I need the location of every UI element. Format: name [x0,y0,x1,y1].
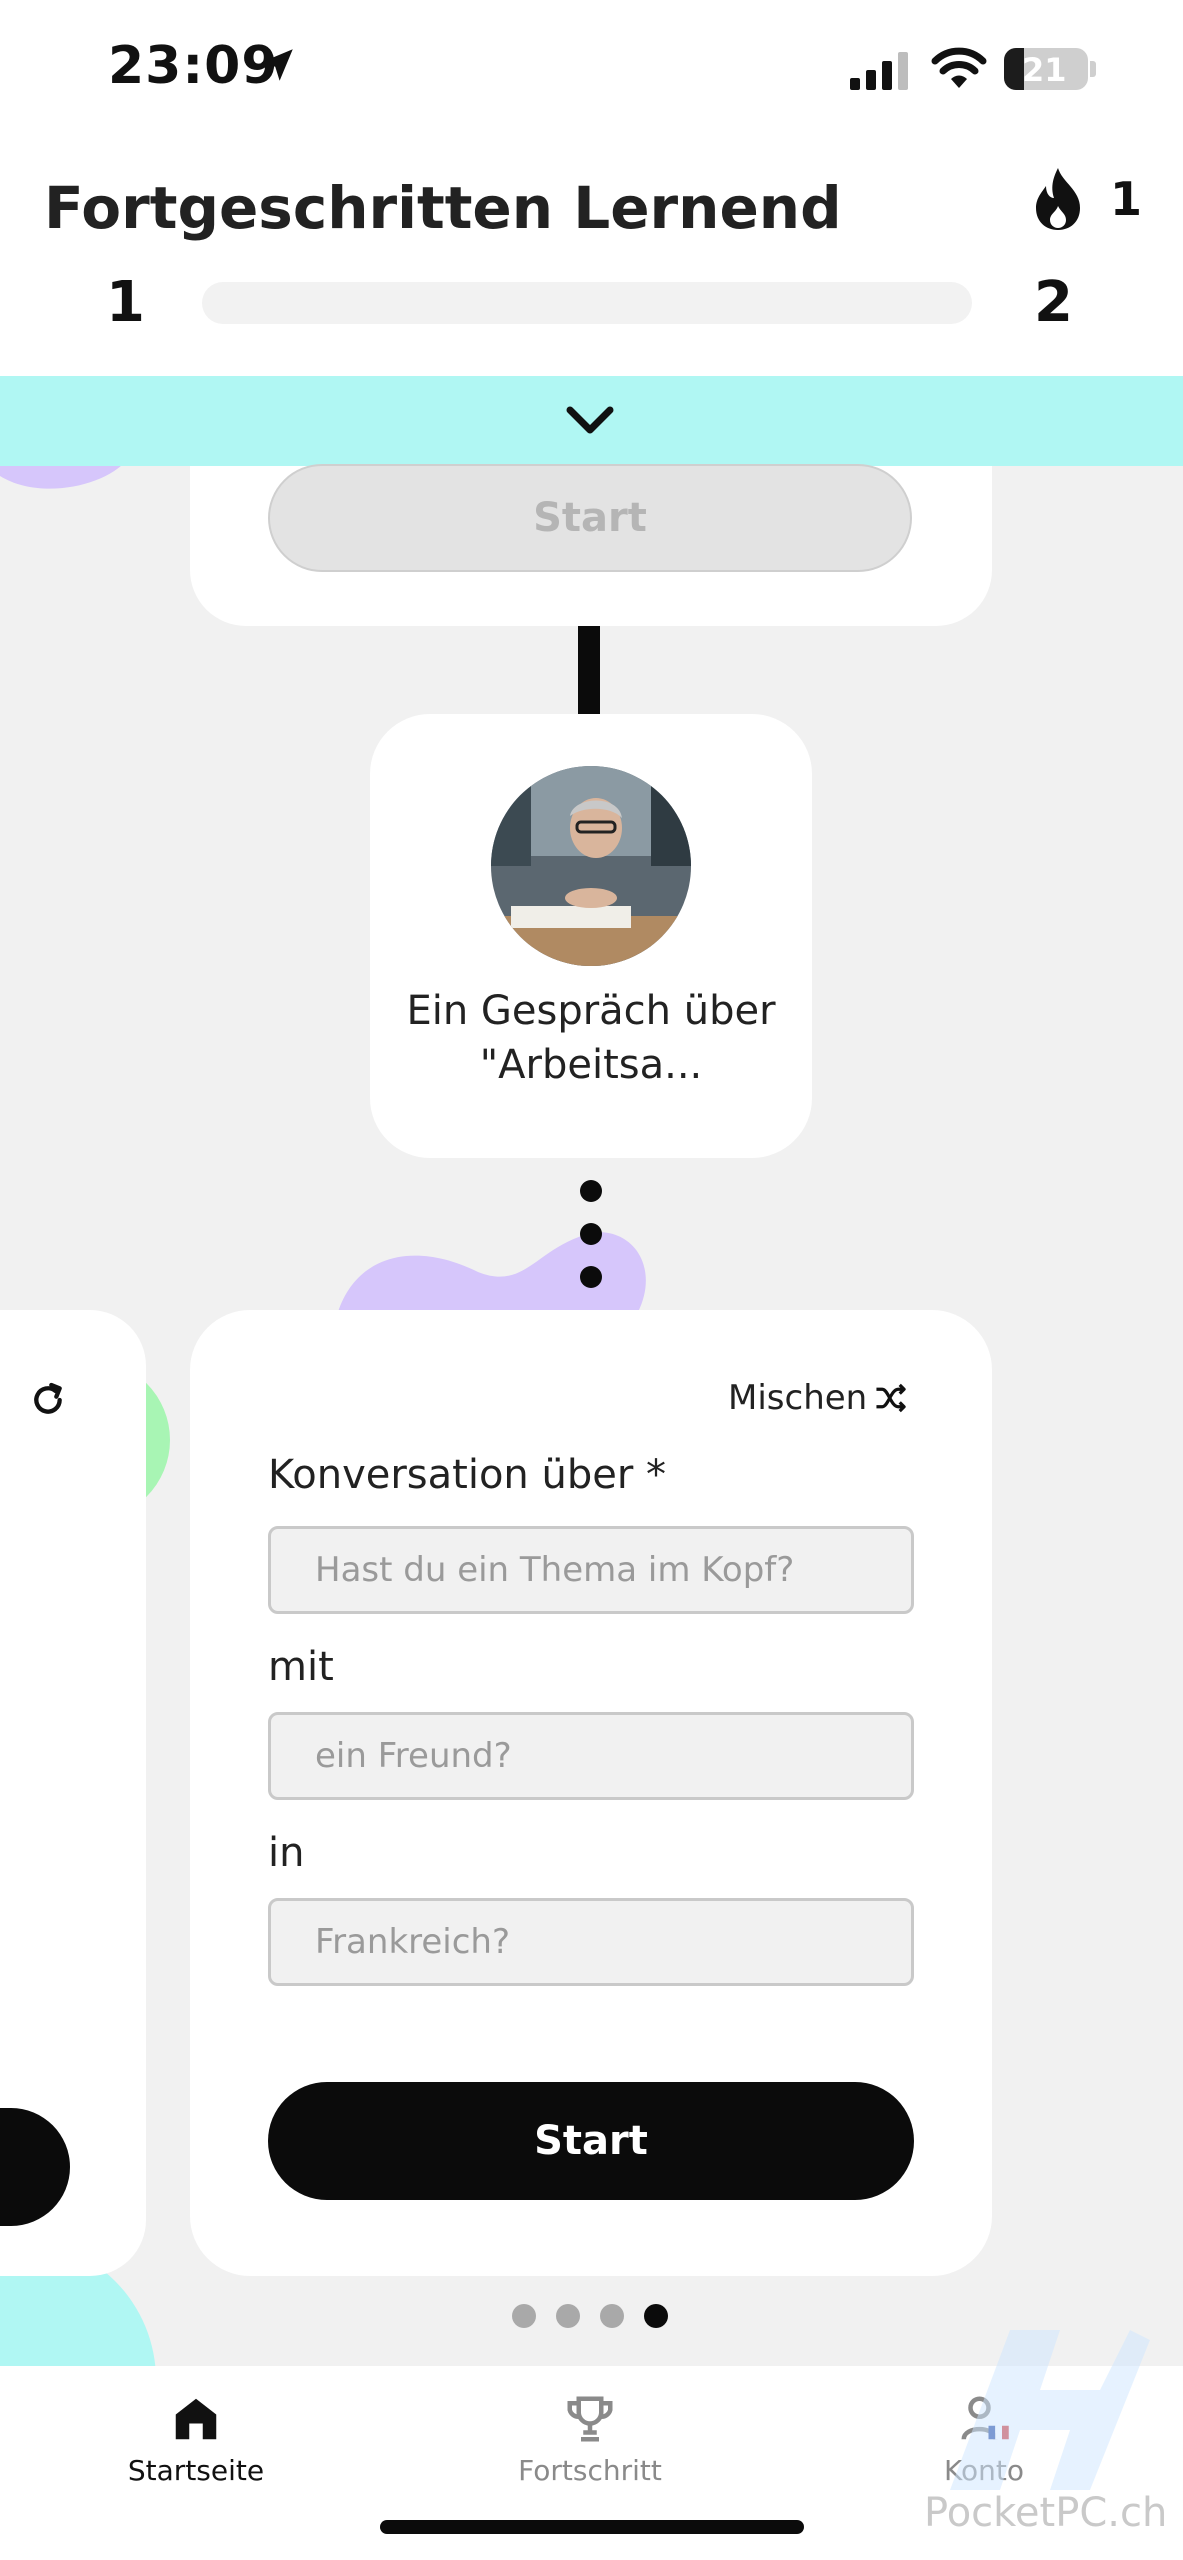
battery-nub [1090,61,1096,77]
topic-label: Konversation über * [268,1452,666,1498]
status-time: 23:09 [108,36,279,96]
battery-icon: 21 [1004,48,1088,90]
location-input[interactable] [268,1898,914,1986]
watermark-logo [950,2330,1150,2490]
path-dot [580,1266,602,1288]
location-arrow-icon [261,49,293,81]
pager-dot-2[interactable] [556,2304,580,2328]
path-dot [580,1180,602,1202]
refresh-icon[interactable] [28,1380,68,1420]
nav-progress-label: Fortschritt [518,2454,662,2487]
partner-label: mit [268,1644,334,1690]
battery-level: 21 [1022,51,1067,89]
pager-dot-4[interactable] [644,2304,668,2328]
topic-input[interactable] [268,1526,914,1614]
location-label: in [268,1830,305,1876]
nav-progress[interactable]: Fortschritt [460,2392,720,2487]
lesson-title: Ein Gespräch über "Arbeitsa... [406,988,776,1088]
lesson-avatar [491,766,691,966]
partner-input[interactable] [268,1712,914,1800]
current-level: 1 [106,270,145,335]
purple-blob-mid [338,1232,646,1312]
trophy-icon [567,2396,613,2442]
nav-home-label: Startseite [127,2454,265,2487]
path-connector [578,626,600,714]
home-icon [175,2398,217,2440]
shuffle-label: Mischen [728,1378,868,1418]
home-indicator [380,2520,804,2534]
next-level: 2 [1034,270,1073,335]
watermark-text: PocketPC.ch [924,2490,1168,2536]
nav-home[interactable]: Startseite [66,2392,326,2487]
chevron-down-icon[interactable] [562,396,618,444]
streak-count: 1 [1110,172,1143,226]
page-title: Fortgeschritten Lernend [44,174,842,242]
previous-start-button[interactable]: Start [268,464,912,572]
cellular-signal-icon [850,52,908,90]
shuffle-icon [876,1383,906,1413]
start-button[interactable]: Start [268,2082,914,2200]
path-dot [580,1223,602,1245]
wifi-icon [931,47,987,88]
shuffle-button[interactable]: Mischen [728,1378,909,1418]
flame-icon[interactable] [1028,166,1088,232]
pager-dot-3[interactable] [600,2304,624,2328]
pager-dot-1[interactable] [512,2304,536,2328]
level-progress-bar [202,282,972,324]
